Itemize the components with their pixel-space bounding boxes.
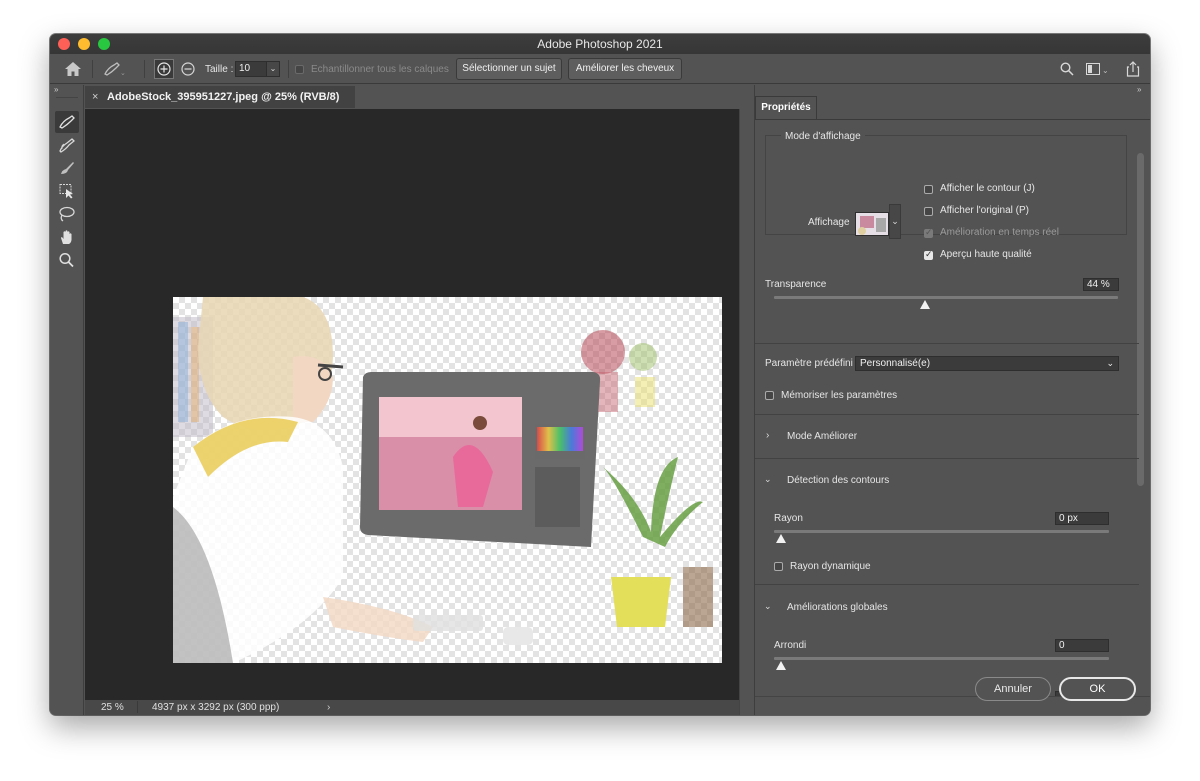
high-quality-preview-label: Aperçu haute qualité [940,249,1032,260]
minimize-window-button[interactable] [78,38,90,50]
show-edge-label: Afficher le contour (J) [940,183,1035,194]
refine-mode-chevron-icon[interactable]: › [766,430,769,441]
show-original-label: Afficher l'original (P) [940,205,1029,216]
window-title: Adobe Photoshop 2021 [537,37,663,51]
radius-slider[interactable] [774,530,1109,533]
share-icon[interactable] [1126,54,1140,84]
preset-dropdown[interactable]: Personnalisé(e) ⌄ [855,356,1119,371]
smart-radius-label: Rayon dynamique [790,561,871,572]
close-document-icon[interactable]: × [92,86,98,108]
smooth-slider-thumb[interactable] [776,661,786,670]
view-mode-legend: Mode d'affichage [781,131,865,142]
canvas-vertical-scrollbar[interactable] [739,109,753,715]
svg-text:⌄: ⌄ [120,70,126,77]
preset-chevron-icon: ⌄ [1106,358,1114,368]
options-bar: ⌄ Taille : 10 ⌄ Echantillonner tous les … [50,54,1150,84]
ok-button[interactable]: OK [1059,677,1136,701]
edge-detection-title[interactable]: Détection des contours [787,475,889,486]
document-tab[interactable]: × AdobeStock_395951227.jpeg @ 25% (RVB/8… [85,86,355,108]
svg-text:⌄: ⌄ [1102,66,1109,75]
zoom-window-button[interactable] [98,38,110,50]
preset-value: Personnalisé(e) [860,358,931,369]
quick-selection-tool-icon[interactable] [55,111,79,133]
collapse-tools-icon[interactable]: » [54,85,58,94]
tab-properties[interactable]: Propriétés [755,96,817,120]
close-window-button[interactable] [58,38,70,50]
radius-label: Rayon [774,513,803,524]
object-selection-tool-icon[interactable] [55,180,79,202]
size-dropdown-chevron-icon[interactable]: ⌄ [266,61,280,77]
cancel-button[interactable]: Annuler [975,677,1051,701]
hand-tool-icon[interactable] [55,226,79,248]
remember-settings-label: Mémoriser les paramètres [781,390,898,401]
view-mode-thumbnail[interactable] [855,212,889,236]
status-bar: 25 % 4937 px x 3292 px (300 ppp) › [85,700,739,715]
realtime-refinement-checkbox [924,227,933,238]
smart-radius-checkbox[interactable] [774,562,783,571]
view-label: Affichage [808,217,850,228]
remember-settings-checkbox[interactable] [765,391,774,400]
high-quality-preview-checkbox[interactable] [924,249,933,260]
add-to-selection-icon[interactable] [154,54,174,84]
refine-hair-button[interactable]: Améliorer les cheveux [568,58,682,80]
radius-value-field[interactable]: 0 px [1055,512,1109,525]
document-dimensions: 4937 px x 3292 px (300 ppp) [152,702,280,713]
smooth-value-field[interactable]: 0 [1055,639,1109,652]
transparency-value-field[interactable]: 44 % [1083,278,1119,291]
photoshop-window: Adobe Photoshop 2021 ⌄ Taille : 10 ⌄ Ech… [50,34,1150,715]
title-bar: Adobe Photoshop 2021 [50,34,1150,54]
zoom-level[interactable]: 25 % [101,700,124,715]
select-subject-button[interactable]: Sélectionner un sujet [456,58,562,80]
show-original-checkbox[interactable] [924,207,933,216]
radius-slider-thumb[interactable] [776,534,786,543]
view-mode-chevron-icon[interactable]: ⌄ [889,204,901,239]
zoom-tool-icon[interactable] [55,249,79,271]
size-label: Taille : [205,63,234,75]
panel-scrollbar[interactable] [1137,153,1144,486]
transparency-slider[interactable] [774,296,1118,299]
subtract-from-selection-icon[interactable] [180,54,196,84]
document-image [173,297,722,663]
transparency-label: Transparence [765,279,827,290]
home-icon[interactable] [64,54,82,84]
quick-selection-brush-preset-icon[interactable]: ⌄ [102,54,126,84]
global-refinements-chevron-icon[interactable]: ⌄ [764,601,772,612]
realtime-refinement-label: Amélioration en temps réel [940,227,1059,238]
properties-panel: » Propriétés Mode d'affichage Affichage … [754,85,1150,715]
sample-all-layers-checkbox[interactable] [295,65,304,74]
brush-tool-icon[interactable] [55,157,79,179]
edge-detection-chevron-icon[interactable]: ⌄ [764,474,772,485]
document-tab-title: AdobeStock_395951227.jpeg @ 25% (RVB/8) [107,91,340,103]
smooth-slider[interactable] [774,657,1109,660]
canvas-area[interactable] [85,109,739,700]
search-icon[interactable] [1060,54,1074,84]
smooth-label: Arrondi [774,640,807,651]
workspace-layout-icon[interactable]: ⌄ [1086,54,1110,84]
sample-all-layers-label: Echantillonner tous les calques [311,63,449,75]
show-edge-checkbox[interactable] [924,185,933,194]
lasso-tool-icon[interactable] [55,203,79,225]
status-menu-chevron-icon[interactable]: › [327,700,330,715]
global-refinements-title[interactable]: Améliorations globales [787,602,888,613]
refine-edge-brush-tool-icon[interactable] [55,134,79,156]
tools-panel: » [50,85,84,715]
refine-mode-title[interactable]: Mode Améliorer [787,431,857,442]
transparency-slider-thumb[interactable] [920,300,931,309]
preset-label: Paramètre prédéfini [765,358,853,369]
collapse-panel-icon[interactable]: » [1137,85,1141,94]
